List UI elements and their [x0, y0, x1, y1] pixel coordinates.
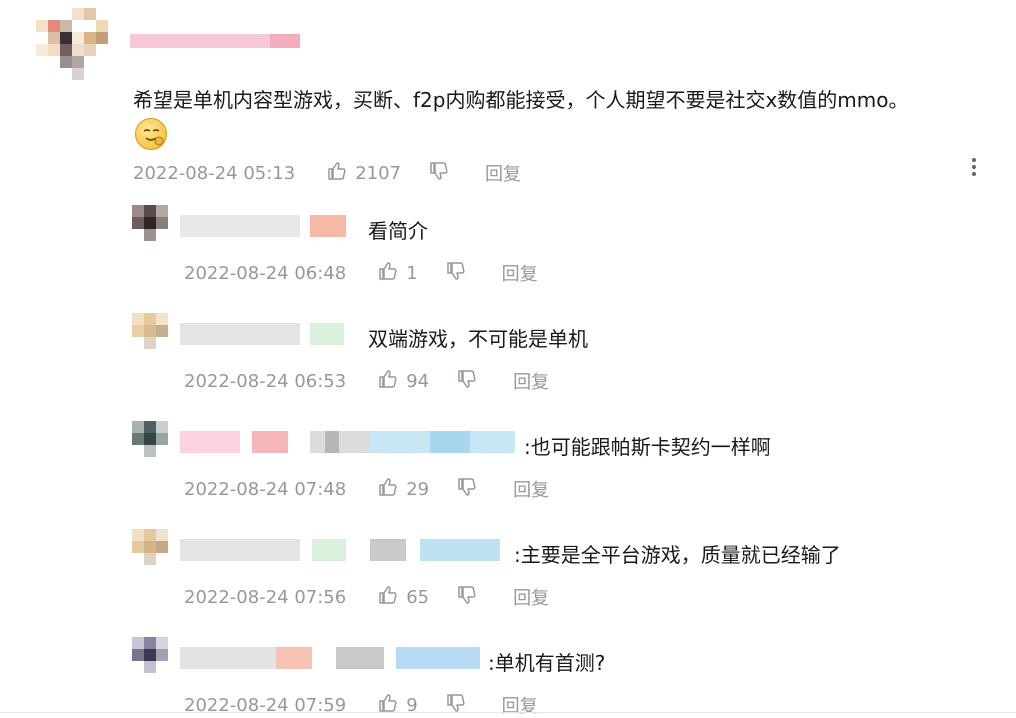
dislike-button[interactable]: [446, 693, 474, 718]
thumbs-up-icon: [378, 585, 406, 610]
thumbs-down-icon: [429, 161, 457, 186]
like-button[interactable]: 29: [378, 477, 429, 502]
dislike-button[interactable]: [457, 369, 485, 394]
like-button[interactable]: 9: [378, 693, 418, 718]
reply-username-redacted[interactable]: [180, 431, 520, 455]
reply-button[interactable]: 回复: [502, 260, 538, 286]
main-comment: 希望是单机内容型游戏，买断、f2p内购都能接受，个人期望不要是社交x数值的mmo…: [0, 0, 1016, 200]
thumbs-up-icon: [378, 369, 406, 394]
reply-item: :单机有首测? 2022-08-24 07:59 9 回复: [0, 632, 1016, 718]
reply-time: 2022-08-24 07:56: [184, 586, 347, 608]
thumbs-up-icon: [378, 261, 406, 286]
like-count: 2107: [355, 162, 402, 184]
like-count: 29: [406, 478, 430, 500]
reply-text: :也可能跟帕斯卡契约一样啊: [524, 435, 771, 459]
reply-avatar[interactable]: [132, 313, 168, 349]
comment-meta: 2022-08-24 05:13 2107 回复: [133, 160, 521, 186]
comment-text: 希望是单机内容型游戏，买断、f2p内购都能接受，个人期望不要是社交x数值的mmo…: [133, 88, 909, 112]
sly-smile-emoji-icon: [135, 118, 167, 150]
reply-item: :也可能跟帕斯卡契约一样啊 2022-08-24 07:48 29 回复: [0, 416, 1016, 516]
reply-text: :单机有首测?: [488, 651, 606, 675]
reply-avatar[interactable]: [132, 421, 168, 457]
reply-meta: 2022-08-24 07:56 65 回复: [184, 584, 549, 610]
reply-meta: 2022-08-24 07:48 29 回复: [184, 476, 549, 502]
reply-username-redacted[interactable]: [180, 323, 350, 347]
reply-avatar[interactable]: [132, 637, 168, 673]
reply-item: 看简介 2022-08-24 06:48 1 回复: [0, 200, 1016, 300]
reply-username-redacted[interactable]: [180, 539, 510, 563]
divider: [0, 712, 1016, 713]
dislike-button[interactable]: [457, 477, 485, 502]
reply-text: :主要是全平台游戏，质量就已经输了: [514, 543, 841, 567]
thumbs-down-icon: [446, 693, 474, 718]
reply-time: 2022-08-24 06:53: [184, 370, 347, 392]
reply-text: 看简介: [368, 219, 428, 243]
reply-item: :主要是全平台游戏，质量就已经输了 2022-08-24 07:56 65 回复: [0, 524, 1016, 624]
like-button[interactable]: 2107: [327, 161, 401, 186]
thumbs-down-icon: [457, 585, 485, 610]
reply-button[interactable]: 回复: [513, 368, 549, 394]
reply-username-redacted[interactable]: [180, 215, 350, 239]
thumbs-down-icon: [457, 369, 485, 394]
reply-meta: 2022-08-24 07:59 9 回复: [184, 692, 538, 718]
thumbs-up-icon: [327, 161, 355, 186]
dislike-button[interactable]: [446, 261, 474, 286]
like-button[interactable]: 94: [378, 369, 429, 394]
avatar[interactable]: [36, 8, 108, 80]
username-redacted[interactable]: [130, 34, 300, 54]
reply-avatar[interactable]: [132, 205, 168, 241]
reply-item: 双端游戏，不可能是单机 2022-08-24 06:53 94 回复: [0, 308, 1016, 408]
thumbs-down-icon: [446, 261, 474, 286]
thumbs-down-icon: [457, 477, 485, 502]
thumbs-up-icon: [378, 477, 406, 502]
dislike-button[interactable]: [457, 585, 485, 610]
reply-button[interactable]: 回复: [513, 476, 549, 502]
reply-meta: 2022-08-24 06:48 1 回复: [184, 260, 538, 286]
reply-button[interactable]: 回复: [513, 584, 549, 610]
reply-text: 双端游戏，不可能是单机: [368, 327, 588, 351]
like-button[interactable]: 1: [378, 261, 418, 286]
more-vertical-icon[interactable]: [972, 158, 976, 178]
reply-time: 2022-08-24 07:48: [184, 478, 347, 500]
comment-time: 2022-08-24 05:13: [133, 162, 296, 184]
like-count: 94: [406, 370, 430, 392]
reply-username-redacted[interactable]: [180, 647, 485, 671]
reply-button[interactable]: 回复: [502, 692, 538, 718]
like-count: 1: [406, 262, 418, 284]
reply-avatar[interactable]: [132, 529, 168, 565]
reply-button[interactable]: 回复: [485, 160, 521, 186]
like-count: 65: [406, 586, 430, 608]
reply-time: 2022-08-24 06:48: [184, 262, 347, 284]
like-button[interactable]: 65: [378, 585, 429, 610]
reply-meta: 2022-08-24 06:53 94 回复: [184, 368, 549, 394]
thumbs-up-icon: [378, 693, 406, 718]
dislike-button[interactable]: [429, 161, 457, 186]
